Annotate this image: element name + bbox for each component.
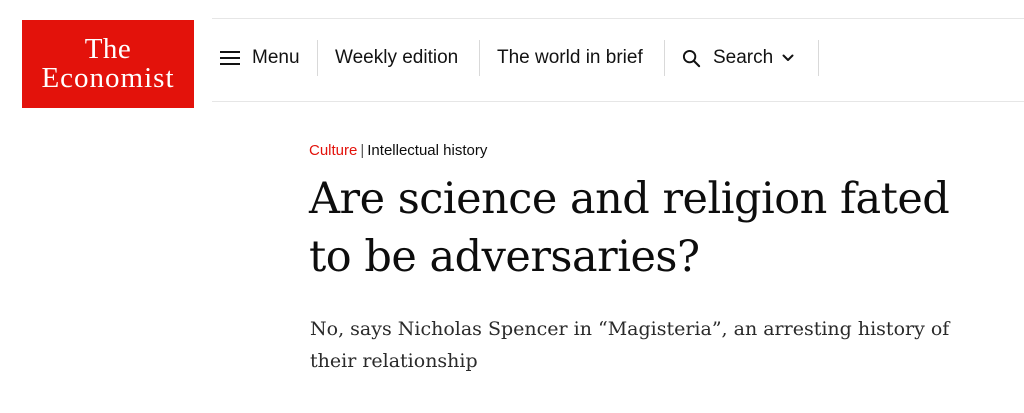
article-kicker: Culture | Intellectual history [309,142,487,159]
search-button[interactable]: Search [682,40,794,76]
nav-divider [818,40,819,76]
logo-line-1: The [84,33,132,65]
weekly-edition-link[interactable]: Weekly edition [335,40,458,76]
header-bottom-divider [212,101,1024,102]
article-rubric: No, says Nicholas Spencer in “Magisteria… [310,318,950,372]
chevron-down-icon [782,54,794,61]
hamburger-menu-icon [220,51,240,65]
header-top-divider [212,18,1024,19]
nav-divider [479,40,480,76]
menu-label: Menu [252,47,300,68]
article-headline: Are science and religion fated to be adv… [309,174,950,282]
economist-logo[interactable]: The Economist [22,20,194,108]
kicker-separator: | [360,142,365,159]
world-in-brief-link[interactable]: The world in brief [497,40,643,76]
nav-divider [317,40,318,76]
nav-divider [664,40,665,76]
search-icon [682,49,701,67]
search-label: Search [713,47,774,68]
section-link-culture[interactable]: Culture [309,142,357,159]
menu-button[interactable]: Menu [220,40,300,76]
subsection-label: Intellectual history [367,142,488,159]
logo-line-2: Economist [41,62,175,94]
